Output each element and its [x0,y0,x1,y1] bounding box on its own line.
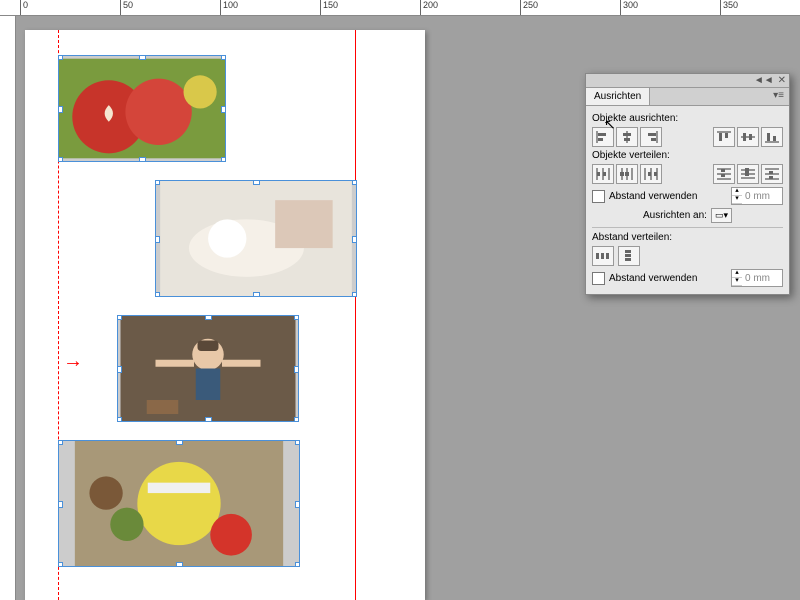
guide-right[interactable] [355,30,356,600]
distribute-left-icon[interactable] [592,164,614,184]
panel-tabs: Ausrichten ▾≡ [586,88,789,106]
use-spacing-checkbox[interactable] [592,190,605,203]
panel-menu-icon[interactable]: ▾≡ [768,88,789,105]
align-top-icon[interactable] [713,127,735,147]
label-use-spacing-2: Abstand verwenden [609,273,697,284]
pointer-arrow-icon: → [63,350,83,373]
distribute-vspace-icon[interactable] [618,246,640,266]
label-use-spacing: Abstand verwenden [609,191,697,202]
tick-0: 0 [20,0,28,15]
align-left-icon[interactable] [592,127,614,147]
tick-350: 350 [720,0,738,15]
use-spacing-checkbox-2[interactable] [592,272,605,285]
ruler-horizontal: 0 50 100 150 200 250 300 350 [0,0,800,16]
align-panel: ◄◄ ✕ Ausrichten ▾≡ Objekte ausrichten: [585,73,790,295]
tick-100: 100 [220,0,238,15]
distribute-bottom-icon[interactable] [761,164,783,184]
document-page[interactable] [25,30,425,600]
label-space-distribute: Abstand verteilen: [592,232,783,243]
tick-150: 150 [320,0,338,15]
align-hcenter-icon[interactable] [616,127,638,147]
panel-top-controls: ◄◄ ✕ [586,74,789,88]
tick-300: 300 [620,0,638,15]
distribute-right-icon[interactable] [640,164,662,184]
image-frame-4[interactable] [58,440,300,567]
spacing-value-2: 0 mm [742,273,782,284]
tick-50: 50 [120,0,133,15]
distribute-hspace-icon[interactable] [592,246,614,266]
label-align-objects: Objekte ausrichten: [592,113,783,124]
label-align-to: Ausrichten an: [643,210,707,221]
distribute-vcenter-icon[interactable] [737,164,759,184]
tab-ausrichten[interactable]: Ausrichten [586,88,650,105]
align-vcenter-icon[interactable] [737,127,759,147]
close-icon[interactable]: ✕ [778,75,786,86]
ruler-vertical [0,0,16,600]
align-right-icon[interactable] [640,127,662,147]
spacing-field-2[interactable]: ▴▾ 0 mm [731,269,783,287]
align-to-dropdown[interactable]: ▭▾ [711,208,732,223]
tick-250: 250 [520,0,538,15]
image-frame-1[interactable] [58,55,226,162]
distribute-hcenter-icon[interactable] [616,164,638,184]
tick-200: 200 [420,0,438,15]
align-bottom-icon[interactable] [761,127,783,147]
spacing-field[interactable]: ▴▾ 0 mm [731,187,783,205]
image-frame-2[interactable] [155,180,357,297]
collapse-icon[interactable]: ◄◄ [754,75,774,86]
label-distribute-objects: Objekte verteilen: [592,150,783,161]
spacing-value: 0 mm [742,191,782,202]
image-frame-3[interactable] [117,315,299,422]
app-root: 0 50 100 150 200 250 300 350 → [0,0,800,600]
distribute-top-icon[interactable] [713,164,735,184]
